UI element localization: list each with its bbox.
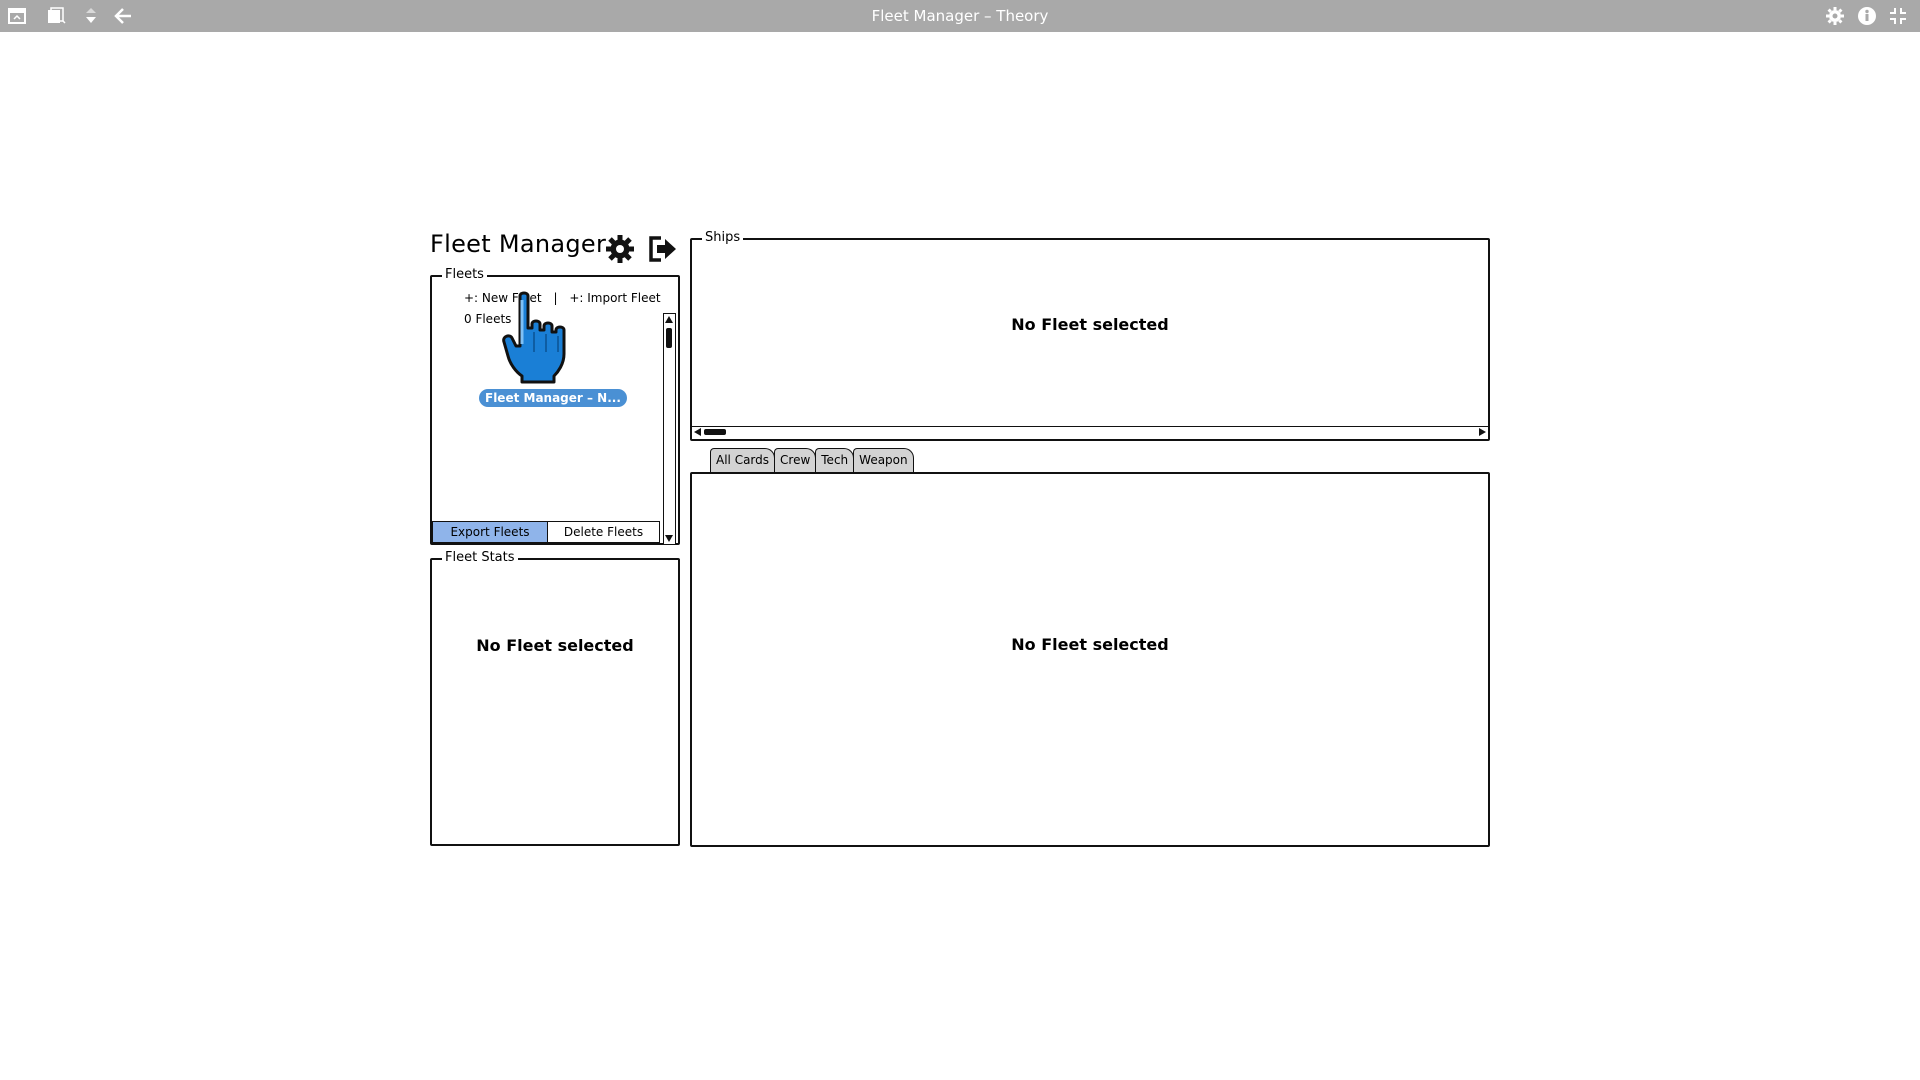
ships-empty-message: No Fleet selected [1011, 315, 1169, 334]
scroll-down-arrow-icon[interactable] [665, 535, 673, 542]
collapse-icon[interactable] [1887, 5, 1909, 27]
fleets-panel: Fleets +: New Fleet | +: Import Fleet 0 … [430, 267, 680, 545]
fleets-legend: Fleets [442, 267, 487, 283]
tab-weapon[interactable]: Weapon [853, 448, 914, 472]
fleet-stats-empty-message: No Fleet selected [476, 636, 634, 655]
fleet-stats-legend: Fleet Stats [442, 550, 518, 566]
fleet-count: 0 Fleets [464, 312, 512, 326]
card-tabs: All Cards Crew Tech Weapon [710, 448, 914, 472]
fleet-stats-panel: Fleet Stats No Fleet selected [430, 550, 680, 846]
import-fleet-link[interactable]: +: Import Fleet [569, 291, 660, 305]
scroll-thumb[interactable] [704, 429, 726, 435]
scroll-right-arrow-icon[interactable] [1479, 428, 1486, 436]
app-title: Fleet Manager [430, 230, 607, 258]
delete-fleets-button[interactable]: Delete Fleets [548, 521, 660, 543]
window-titlebar: Fleet Manager – Theory [0, 0, 1920, 32]
window-title: Fleet Manager – Theory [871, 7, 1049, 25]
fleets-button-row: Export Fleets Delete Fleets [432, 521, 660, 543]
tab-all-cards[interactable]: All Cards [710, 448, 776, 472]
ships-panel: Ships No Fleet selected [690, 230, 1490, 441]
action-separator: | [553, 291, 558, 305]
scroll-thumb[interactable] [666, 328, 672, 348]
cards-panel: No Fleet selected [690, 472, 1490, 847]
ships-horizontal-scrollbar[interactable] [692, 426, 1488, 439]
export-fleets-button[interactable]: Export Fleets [432, 521, 548, 543]
scroll-left-arrow-icon[interactable] [694, 428, 701, 436]
info-icon[interactable] [1856, 5, 1878, 27]
tab-crew[interactable]: Crew [774, 448, 817, 472]
settings-icon[interactable] [604, 233, 636, 265]
scroll-up-arrow-icon[interactable] [665, 316, 673, 323]
ships-legend: Ships [702, 230, 744, 246]
tooltip-pill: Fleet Manager – N... [479, 389, 627, 407]
new-fleet-link[interactable]: +: New Fleet [464, 291, 542, 305]
logout-icon[interactable] [647, 233, 679, 265]
gear-icon[interactable] [1824, 5, 1846, 27]
tab-tech[interactable]: Tech [815, 448, 855, 472]
fleets-vertical-scrollbar[interactable] [663, 313, 676, 545]
cards-empty-message: No Fleet selected [1011, 635, 1169, 654]
fleet-actions: +: New Fleet | +: Import Fleet [464, 291, 661, 305]
